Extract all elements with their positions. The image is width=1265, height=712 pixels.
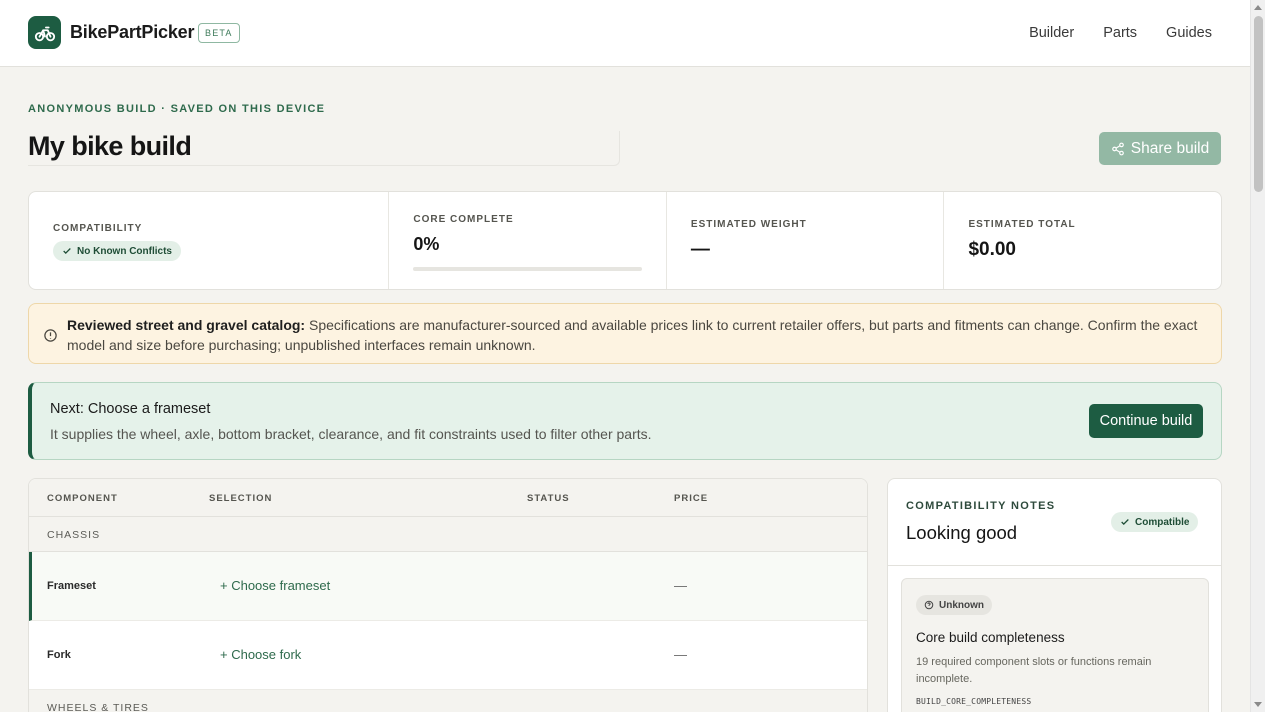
build-stats-card: COMPATIBILITY No Known Conflicts CORE CO… [28,191,1222,290]
note-code: BUILD_CORE_COMPLETENESS [916,697,1032,706]
notice-text: Reviewed street and gravel catalog: Spec… [67,315,1207,355]
group-label: WHEELS & TIRES [47,702,149,712]
note-description: 19 required component slots or functions… [916,656,1152,685]
continue-build-button[interactable]: Continue build [1089,404,1203,438]
compatible-badge-text: Compatible [1135,516,1190,528]
note-card: Unknown Core build completeness 19 requi… [901,578,1209,712]
table-row-fork[interactable]: Fork + Choose fork — [29,621,867,690]
share-build-button[interactable]: Share build [1099,132,1221,165]
table-row-frameset[interactable]: Frameset + Choose frameset — [29,552,867,621]
stat-total: ESTIMATED TOTAL $0.00 [944,192,1221,289]
notes-label: COMPATIBILITY NOTES [906,500,1056,512]
check-icon [63,248,71,254]
stat-core-label: CORE COMPLETE [413,214,514,225]
table-header: COMPONENT SELECTION STATUS PRICE [29,479,867,517]
unknown-status-badge: Unknown [916,595,992,615]
compatibility-status-text: No Known Conflicts [77,245,172,257]
stat-weight-label: ESTIMATED WEIGHT [690,219,807,230]
info-icon [44,329,57,342]
col-component: COMPONENT [47,493,118,504]
beta-badge: BETA [198,23,240,43]
group-chassis: CHASSIS [29,517,867,552]
scroll-up-icon[interactable] [1254,5,1262,10]
choose-fork-link[interactable]: + Choose fork [220,647,301,662]
top-nav-bar: BikePartPicker BETA Builder Parts Guides [0,0,1250,67]
help-circle-icon [924,600,934,610]
share-build-label: Share build [1130,139,1210,157]
scroll-down-icon[interactable] [1254,702,1262,707]
panel-divider [888,565,1221,566]
note-title: Core build completeness [916,630,1065,645]
share-icon [1111,142,1124,155]
next-step-description: It supplies the wheel, axle, bottom brac… [50,426,652,442]
core-progress-bar [413,267,643,271]
parts-table: COMPONENT SELECTION STATUS PRICE CHASSIS… [28,478,868,712]
component-name: Frameset [47,580,96,592]
check-icon [1121,519,1129,525]
next-step-banner: Next: Choose a frameset It supplies the … [28,382,1222,460]
group-label: CHASSIS [47,529,101,541]
build-title-input[interactable]: My bike build [28,131,620,166]
unknown-status-text: Unknown [939,599,984,611]
catalog-notice: Reviewed street and gravel catalog: Spec… [28,303,1222,364]
col-price: PRICE [674,493,709,504]
build-status-eyebrow: ANONYMOUS BUILD · SAVED ON THIS DEVICE [28,103,326,115]
nav-builder[interactable]: Builder [1029,25,1074,41]
stat-core-complete: CORE COMPLETE 0% [389,192,667,289]
group-wheels-tires: WHEELS & TIRES [29,690,867,712]
component-name: Fork [47,649,71,661]
scrollbar-thumb[interactable] [1254,16,1263,192]
stat-total-value: $0.00 [968,239,1016,260]
page-scrollbar[interactable] [1250,0,1265,712]
component-price: — [674,647,687,662]
main-nav: Builder Parts Guides [1029,25,1212,41]
col-status: STATUS [527,493,570,504]
bicycle-logo-icon[interactable] [28,16,61,49]
stat-core-value: 0% [413,234,440,254]
stat-compatibility: COMPATIBILITY No Known Conflicts [29,192,390,289]
component-price: — [674,578,687,593]
compatibility-status-badge: No Known Conflicts [53,241,181,261]
col-selection: SELECTION [209,493,273,504]
compatibility-notes-panel: COMPATIBILITY NOTES Looking good Compati… [887,478,1222,712]
stat-total-label: ESTIMATED TOTAL [968,219,1076,230]
stat-weight: ESTIMATED WEIGHT — [667,192,945,289]
notes-title: Looking good [906,522,1018,543]
stat-weight-value: — [690,239,710,260]
nav-parts[interactable]: Parts [1103,25,1137,41]
choose-frameset-link[interactable]: + Choose frameset [220,578,330,593]
notice-heading: Reviewed street and gravel catalog: [67,317,306,333]
compatible-badge: Compatible [1111,512,1199,532]
brand-name[interactable]: BikePartPicker [70,22,194,43]
nav-guides[interactable]: Guides [1166,25,1212,41]
next-step-title: Next: Choose a frameset [50,401,211,417]
stat-compatibility-label: COMPATIBILITY [53,223,143,234]
